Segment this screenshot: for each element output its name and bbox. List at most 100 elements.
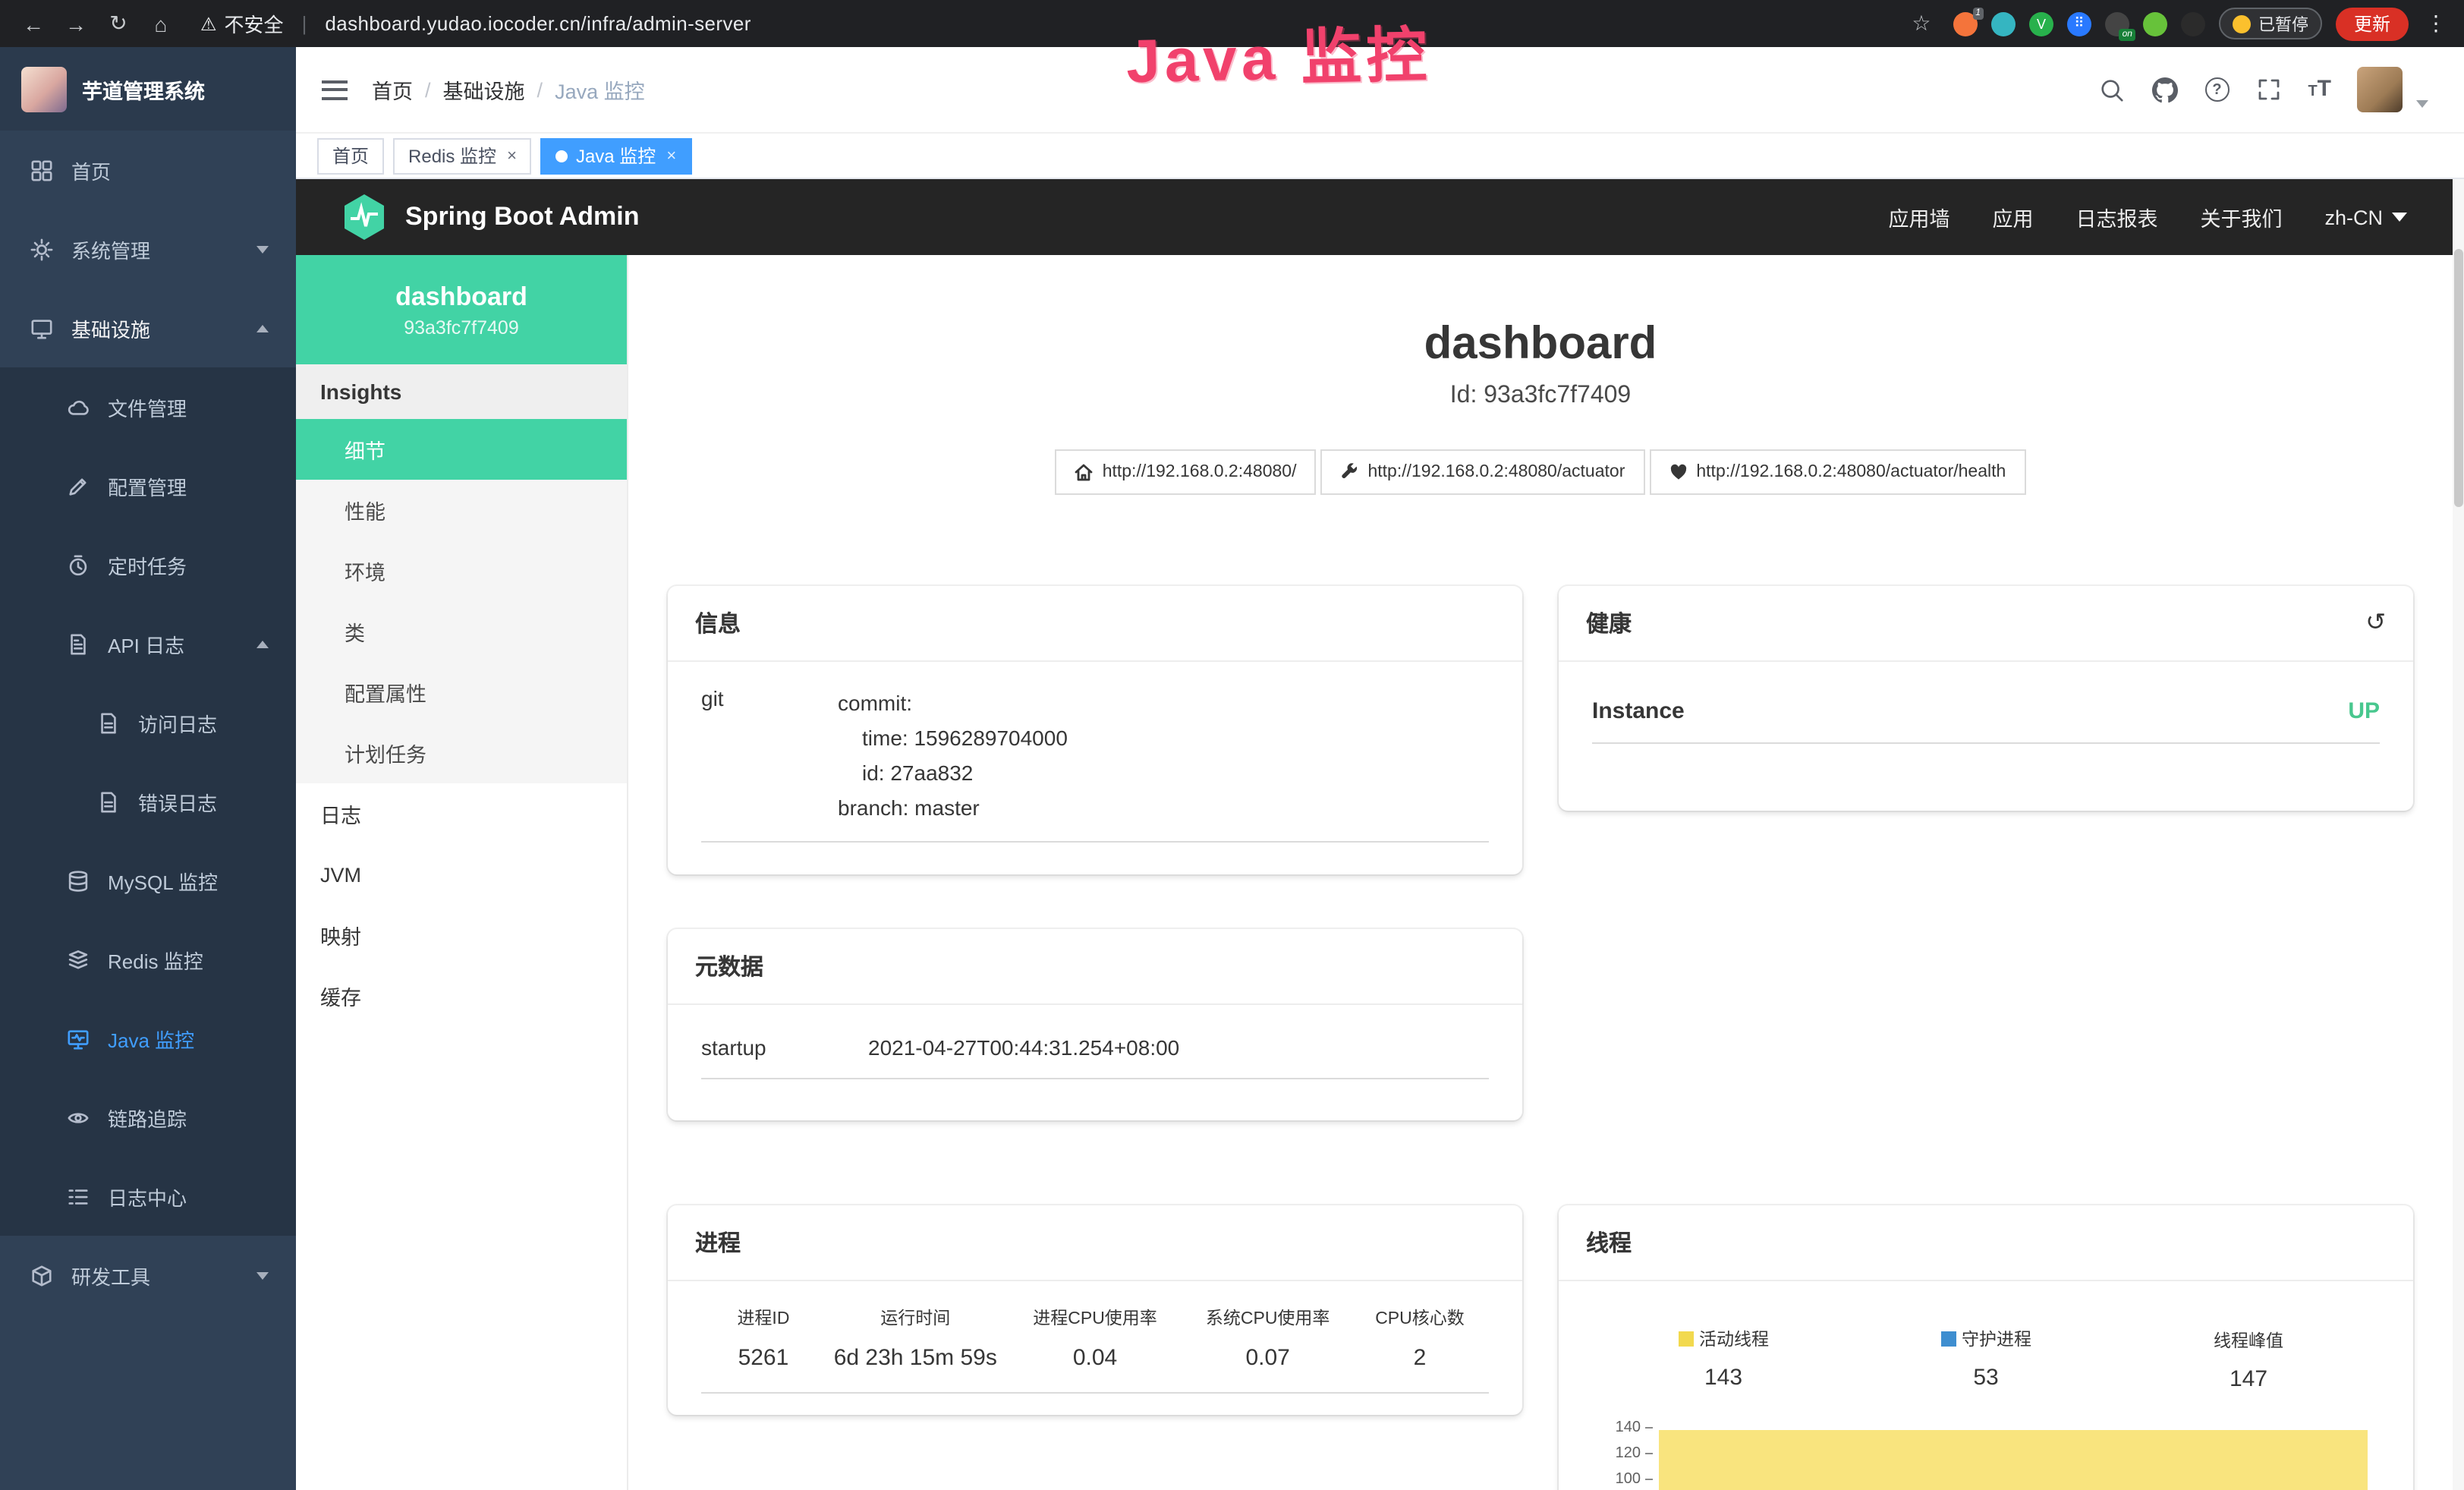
sidebar-item-home[interactable]: 首页 xyxy=(0,131,296,209)
sidebar-item-error-log[interactable]: 错误日志 xyxy=(0,762,296,841)
search-icon[interactable] xyxy=(2098,76,2126,103)
sba-item-mappings[interactable]: 映射 xyxy=(296,905,627,966)
sba-item-config-props[interactable]: 配置属性 xyxy=(296,662,627,723)
legend-swatch-yellow xyxy=(1678,1331,1693,1347)
sba-nav-applications[interactable]: 应用 xyxy=(1992,202,2033,232)
info-card: 信息 git commit: time: 1596289704000 xyxy=(668,586,1522,874)
sba-nav-wall[interactable]: 应用墙 xyxy=(1888,202,1949,232)
browser-forward-button[interactable]: → xyxy=(58,11,94,36)
sba-item-logs[interactable]: 日志 xyxy=(296,783,627,844)
process-values: 5261 6d 23h 15m 59s 0.04 0.07 2 xyxy=(701,1345,1489,1394)
sidebar-item-file[interactable]: 文件管理 xyxy=(0,367,296,446)
threads-chart: 140 120 100 xyxy=(1592,1416,2380,1490)
service-url-link[interactable]: http://192.168.0.2:48080/ xyxy=(1056,449,1317,495)
sidebar-item-log-center[interactable]: 日志中心 xyxy=(0,1157,296,1236)
page-scrollbar[interactable] xyxy=(2453,179,2464,1490)
breadcrumb-separator: / xyxy=(537,78,543,101)
browser-update-button[interactable]: 更新 xyxy=(2336,7,2409,40)
extension-badge-count: 1 xyxy=(1972,7,1984,19)
font-size-icon[interactable]: TT xyxy=(2308,76,2331,103)
process-columns: 进程ID 运行时间 进程CPU使用率 系统CPU使用率 CPU核心数 xyxy=(701,1306,1489,1330)
sidebar-item-access-log[interactable]: 访问日志 xyxy=(0,683,296,762)
proxy-extension-icon[interactable]: on xyxy=(2105,11,2129,36)
help-icon[interactable]: ? xyxy=(2204,77,2229,102)
extension-icon-2[interactable] xyxy=(1991,11,2016,36)
extension-icon-1[interactable]: 1 xyxy=(1953,11,1978,36)
process-col-pid: 进程ID xyxy=(701,1306,826,1330)
top-navbar: 首页 / 基础设施 / Java 监控 ? xyxy=(296,47,2464,134)
metadata-label: startup xyxy=(701,1035,868,1060)
sba-nav: 应用墙 应用 日志报表 关于我们 zh-CN xyxy=(1888,202,2407,232)
y-tick: 120 xyxy=(1616,1445,1641,1462)
scrollbar-thumb[interactable] xyxy=(2454,249,2463,507)
sidebar-item-mysql[interactable]: MySQL 监控 xyxy=(0,841,296,920)
actuator-url-link[interactable]: http://192.168.0.2:48080/actuator xyxy=(1320,449,1644,495)
extension-icon-4[interactable]: ⠿ xyxy=(2067,11,2091,36)
sba-item-details[interactable]: 细节 xyxy=(296,419,627,480)
paused-profile-badge[interactable]: 已暂停 xyxy=(2219,8,2322,39)
y-tick: 100 xyxy=(1616,1471,1641,1488)
tab-home[interactable]: 首页 xyxy=(317,137,384,174)
document-icon xyxy=(97,790,120,813)
user-avatar[interactable] xyxy=(2357,67,2403,112)
user-menu-caret-icon[interactable] xyxy=(2416,99,2428,107)
bookmark-star-icon[interactable]: ☆ xyxy=(1903,11,1940,36)
sidebar-item-system[interactable]: 系统管理 xyxy=(0,209,296,288)
sba-item-performance[interactable]: 性能 xyxy=(296,480,627,540)
sba-brand-title: Spring Boot Admin xyxy=(405,202,640,232)
sidebar-item-trace[interactable]: 链路追踪 xyxy=(0,1078,296,1157)
site-security-indicator[interactable]: ⚠ 不安全 xyxy=(200,9,284,38)
sba-item-label: 细节 xyxy=(345,434,385,465)
sidebar-item-api-log[interactable]: API 日志 xyxy=(0,604,296,683)
sba-nav-about[interactable]: 关于我们 xyxy=(2200,202,2282,232)
extension-icon-7[interactable] xyxy=(2181,11,2205,36)
app-logo[interactable]: 芋道管理系统 xyxy=(0,47,296,131)
logo-avatar xyxy=(21,66,67,112)
sba-item-jvm[interactable]: JVM xyxy=(296,844,627,905)
sidebar-label: 错误日志 xyxy=(138,787,217,816)
sidebar-label: 基础设施 xyxy=(71,313,150,342)
browser-back-button[interactable]: ← xyxy=(15,11,52,36)
collapse-sidebar-button[interactable] xyxy=(296,80,372,99)
sba-item-environment[interactable]: 环境 xyxy=(296,540,627,601)
breadcrumb-separator: / xyxy=(425,78,431,101)
sidebar-item-job[interactable]: 定时任务 xyxy=(0,525,296,604)
locale-selector[interactable]: zh-CN xyxy=(2324,206,2407,228)
history-icon[interactable]: ↺ xyxy=(2365,611,2386,635)
close-icon[interactable]: × xyxy=(666,146,676,165)
sidebar-item-redis[interactable]: Redis 监控 xyxy=(0,920,296,999)
sba-nav-journal[interactable]: 日志报表 xyxy=(2075,202,2157,232)
sidebar-item-infra[interactable]: 基础设施 xyxy=(0,288,296,367)
threads-card: 线程 活动线程 143 xyxy=(1559,1205,2413,1490)
insights-section-label: Insights xyxy=(296,364,627,419)
health-url-link[interactable]: http://192.168.0.2:48080/actuator/health xyxy=(1649,449,2025,495)
sba-item-label: 映射 xyxy=(320,920,361,950)
sba-item-caches[interactable]: 缓存 xyxy=(296,966,627,1026)
sidebar-item-java[interactable]: Java 监控 xyxy=(0,999,296,1078)
breadcrumb-current: Java 监控 xyxy=(555,74,645,105)
wrench-icon xyxy=(1340,463,1358,481)
breadcrumb-home[interactable]: 首页 xyxy=(372,74,413,105)
instance-header[interactable]: dashboard 93a3fc7f7409 xyxy=(296,255,627,364)
health-row-instance[interactable]: Instance UP xyxy=(1592,686,2380,744)
tab-java-monitor[interactable]: Java 监控× xyxy=(541,137,691,174)
java-monitor-icon xyxy=(67,1027,90,1050)
sba-item-classes[interactable]: 类 xyxy=(296,601,627,662)
sidebar-item-config[interactable]: 配置管理 xyxy=(0,446,296,525)
threads-legend: 活动线程 143 守护进程 53 xyxy=(1592,1327,2380,1392)
browser-home-button[interactable]: ⌂ xyxy=(143,11,179,36)
sidebar-item-devtools[interactable]: 研发工具 xyxy=(0,1236,296,1315)
fullscreen-icon[interactable] xyxy=(2255,76,2282,103)
breadcrumb-infra[interactable]: 基础设施 xyxy=(443,74,525,105)
tab-redis-monitor[interactable]: Redis 监控× xyxy=(393,137,532,174)
chevron-down-icon xyxy=(2392,213,2407,222)
sba-item-scheduled-tasks[interactable]: 计划任务 xyxy=(296,723,627,783)
vue-devtools-icon[interactable]: V xyxy=(2029,11,2053,36)
close-icon[interactable]: × xyxy=(507,146,517,165)
extension-icon-6[interactable] xyxy=(2143,11,2167,36)
github-icon[interactable] xyxy=(2151,76,2179,103)
browser-menu-icon[interactable]: ⋮ xyxy=(2422,11,2450,36)
health-card: 健康 ↺ Instance UP xyxy=(1559,586,2413,811)
address-bar[interactable]: dashboard.yudao.iocoder.cn/infra/admin-s… xyxy=(325,12,751,35)
browser-reload-button[interactable]: ↻ xyxy=(100,11,137,36)
